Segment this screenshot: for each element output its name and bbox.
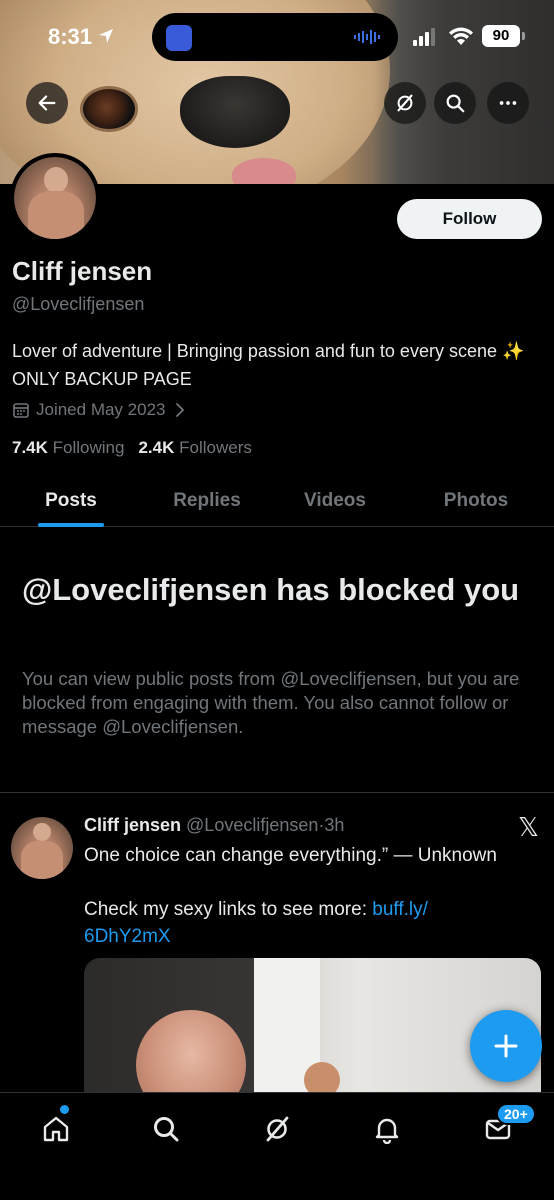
- grok-icon: [266, 1116, 289, 1142]
- bell-icon: [375, 1118, 399, 1144]
- avatar-photo: [14, 157, 96, 239]
- audio-wave-icon: [354, 30, 380, 44]
- post-line-2: Check my sexy links to see more: buff.ly…: [84, 896, 539, 950]
- post-author-name[interactable]: Cliff jensen: [84, 815, 181, 835]
- joined-date[interactable]: Joined May 2023: [12, 400, 189, 420]
- banner-dog-tongue: [232, 158, 296, 184]
- nav-grok[interactable]: [257, 1109, 297, 1149]
- nav-home[interactable]: [36, 1109, 76, 1149]
- joined-label: Joined May 2023: [36, 400, 166, 419]
- search-button[interactable]: [434, 82, 476, 124]
- avatar-head: [44, 167, 68, 193]
- post-avatar-head: [33, 823, 51, 841]
- dynamic-island: [152, 13, 398, 61]
- arrow-left-icon: [38, 95, 56, 111]
- tab-photos[interactable]: Photos: [398, 474, 554, 527]
- tab-videos-label: Videos: [304, 489, 366, 511]
- home-notification-dot: [60, 1105, 69, 1114]
- profile-handle: @Loveclifjensen: [12, 294, 145, 314]
- post-image-face: [136, 1010, 246, 1098]
- post-line-2-text: Check my sexy links to see more:: [84, 899, 373, 920]
- tab-replies-label: Replies: [173, 489, 241, 511]
- profile-name: Cliff jensen: [12, 256, 153, 286]
- post-text[interactable]: One choice can change everything.” — Unk…: [84, 842, 539, 950]
- messages-badge: 20+: [496, 1103, 536, 1125]
- post-image[interactable]: [84, 958, 541, 1098]
- back-button[interactable]: [26, 82, 68, 124]
- grok-icon: [397, 94, 413, 112]
- grok-button[interactable]: [384, 82, 426, 124]
- divider: [0, 792, 554, 793]
- island-app-icon: [166, 25, 192, 51]
- tab-posts[interactable]: Posts: [0, 474, 142, 527]
- more-button[interactable]: [487, 82, 529, 124]
- cellular-signal-icon: [413, 28, 435, 46]
- avatar-body: [28, 191, 84, 239]
- post-avatar-body: [21, 841, 63, 879]
- bottom-nav: 20+: [0, 1092, 554, 1200]
- tab-photos-label: Photos: [443, 489, 509, 511]
- wifi-icon: [449, 27, 473, 45]
- tab-videos[interactable]: Videos: [272, 474, 398, 527]
- followers-link[interactable]: 2.4K Followers: [138, 438, 251, 458]
- status-time: 8:31: [48, 24, 93, 49]
- search-icon: [446, 94, 465, 113]
- post-time[interactable]: 3h: [324, 815, 344, 835]
- home-icon: [43, 1116, 69, 1142]
- calendar-icon: [13, 403, 29, 418]
- profile-tabs: Posts Replies Videos Photos: [0, 474, 554, 527]
- more-icon: [499, 101, 517, 105]
- blocked-description: You can view public posts from @Loveclif…: [22, 668, 520, 737]
- post-line-1: One choice can change everything.” — Unk…: [84, 845, 497, 866]
- battery-tip: [522, 32, 525, 40]
- post-header: Cliff jensen @Loveclifjensen·3h: [84, 815, 344, 836]
- blocked-title: @Loveclifjensen has blocked you: [22, 572, 520, 607]
- battery-indicator: 90: [482, 25, 520, 47]
- banner-dog-nose: [180, 76, 290, 148]
- x-logo-icon: 𝕏: [518, 813, 539, 843]
- nav-search[interactable]: [146, 1109, 186, 1149]
- post-author-handle[interactable]: @Loveclifjensen: [186, 815, 318, 835]
- followers-label: Followers: [179, 438, 252, 457]
- followers-count: 2.4K: [138, 438, 175, 457]
- post-avatar[interactable]: [11, 817, 73, 879]
- tab-posts-label: Posts: [45, 489, 97, 511]
- banner-dog-eye: [80, 86, 138, 132]
- location-arrow-icon: [99, 29, 113, 43]
- tab-active-indicator: [38, 523, 104, 527]
- compose-button[interactable]: [470, 1010, 542, 1082]
- tab-replies[interactable]: Replies: [142, 474, 272, 527]
- follow-button[interactable]: Follow: [397, 199, 542, 239]
- following-count: 7.4K: [12, 438, 48, 457]
- search-icon: [154, 1117, 179, 1142]
- profile-avatar[interactable]: [10, 153, 100, 243]
- follow-stats: 7.4K Following 2.4K Followers: [12, 438, 252, 458]
- following-link[interactable]: 7.4K Following: [12, 438, 124, 458]
- plus-icon: [494, 1034, 518, 1058]
- nav-notifications[interactable]: [367, 1109, 407, 1149]
- following-label: Following: [52, 438, 125, 457]
- profile-bio: Lover of adventure | Bringing passion an…: [12, 341, 525, 389]
- chevron-right-icon: [176, 403, 185, 417]
